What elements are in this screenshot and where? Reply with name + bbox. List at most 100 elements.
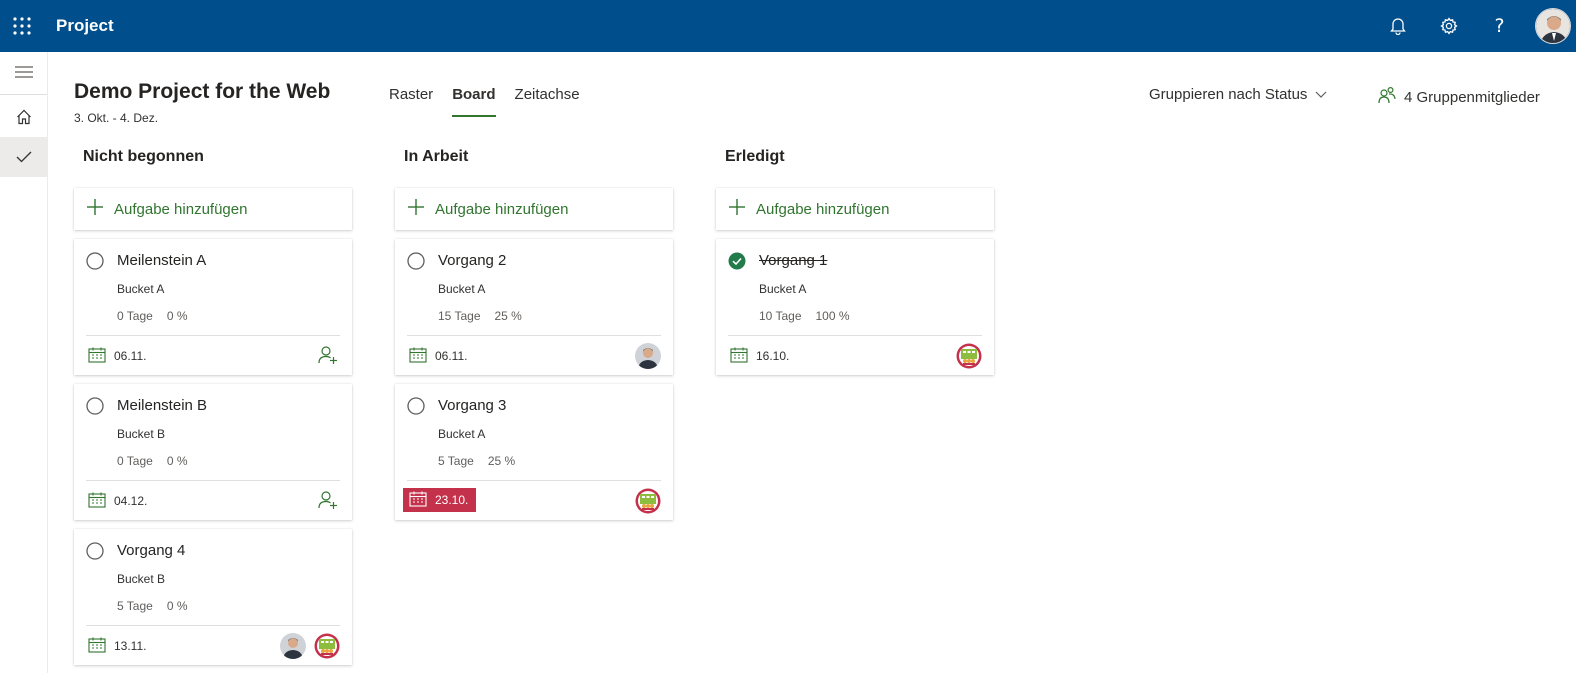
due-date[interactable]: 04.12. <box>88 491 147 511</box>
task-progress: 0 % <box>166 309 188 323</box>
card-divider <box>86 335 340 336</box>
calendar-icon <box>409 491 427 510</box>
card-divider <box>407 335 661 336</box>
tab-raster[interactable]: Raster <box>389 86 433 117</box>
tab-board[interactable]: Board <box>452 86 496 117</box>
person-avatar[interactable] <box>280 633 306 659</box>
complete-task-circle-icon[interactable] <box>86 397 104 415</box>
task-duration: 10 Tage <box>759 309 802 323</box>
task-progress: 0 % <box>166 599 188 613</box>
task-name: Meilenstein B <box>117 397 208 414</box>
board-column: Erledigt Aufgabe hinzufügen Vorgang 1 Bucke… <box>716 146 996 384</box>
completed-check-icon[interactable] <box>728 252 746 270</box>
group-avatar[interactable] <box>635 488 661 514</box>
group-avatar[interactable] <box>314 633 340 659</box>
calendar-icon <box>730 347 748 366</box>
user-avatar[interactable] <box>1535 8 1571 44</box>
add-task-button[interactable]: Aufgabe hinzufügen <box>716 188 994 230</box>
group-avatar[interactable] <box>956 343 982 369</box>
group-members-label: 4 Gruppenmitglieder <box>1404 88 1540 106</box>
plus-icon <box>728 198 746 220</box>
project-dates: 3. Okt. - 4. Dez. <box>74 111 159 125</box>
help-icon[interactable]: ? <box>1474 0 1525 52</box>
assign-person-icon[interactable] <box>316 343 340 367</box>
task-card[interactable]: Vorgang 1 Bucket A 10 Tage 100 % 16.10. <box>716 239 994 375</box>
task-card[interactable]: Vorgang 4 Bucket B 5 Tage 0 % 13.11. <box>74 529 352 665</box>
card-divider <box>407 480 661 481</box>
card-divider <box>86 625 340 626</box>
task-card[interactable]: Vorgang 2 Bucket A 15 Tage 25 % 06.11. <box>395 239 673 375</box>
add-task-label: Aufgabe hinzufügen <box>435 200 569 218</box>
task-bucket: Bucket A <box>438 282 486 296</box>
task-bucket: Bucket A <box>759 282 807 296</box>
task-duration: 0 Tage <box>117 454 153 468</box>
app-title[interactable]: Project <box>56 16 114 36</box>
due-date-label: 23.10. <box>435 493 469 507</box>
due-date[interactable]: 13.11. <box>88 636 146 656</box>
task-name: Vorgang 4 <box>117 542 186 559</box>
task-duration: 5 Tage <box>117 599 153 613</box>
task-meta: 5 Tage 25 % <box>438 454 515 468</box>
tab-zeitachse[interactable]: Zeitachse <box>515 86 580 117</box>
task-card[interactable]: Meilenstein A Bucket A 0 Tage 0 % 06.11. <box>74 239 352 375</box>
task-name: Vorgang 2 <box>438 252 507 269</box>
due-date[interactable]: 16.10. <box>730 346 789 366</box>
task-card[interactable]: Meilenstein B Bucket B 0 Tage 0 % 04.12. <box>74 384 352 520</box>
app-launcher-icon[interactable] <box>0 0 44 52</box>
task-name: Vorgang 3 <box>438 397 507 414</box>
complete-task-circle-icon[interactable] <box>86 252 104 270</box>
task-progress: 25 % <box>494 309 522 323</box>
home-icon[interactable] <box>0 97 47 137</box>
column-title: Nicht begonnen <box>83 148 204 165</box>
complete-task-circle-icon[interactable] <box>407 397 425 415</box>
group-by-label: Gruppieren nach Status <box>1149 86 1308 103</box>
task-card[interactable]: Vorgang 3 Bucket A 5 Tage 25 % 23.10. <box>395 384 673 520</box>
due-date[interactable]: 06.11. <box>88 346 146 366</box>
plus-icon <box>86 198 104 220</box>
task-meta: 5 Tage 0 % <box>117 599 188 613</box>
assignees <box>272 633 340 659</box>
task-meta: 0 Tage 0 % <box>117 309 188 323</box>
my-tasks-check-icon[interactable] <box>0 137 47 177</box>
calendar-icon <box>409 347 427 366</box>
due-date-label: 04.12. <box>114 494 148 508</box>
gear-icon[interactable] <box>1423 0 1474 52</box>
group-by-dropdown[interactable]: Gruppieren nach Status <box>1149 86 1327 103</box>
task-bucket: Bucket A <box>117 282 165 296</box>
add-task-button[interactable]: Aufgabe hinzufügen <box>74 188 352 230</box>
calendar-icon <box>88 492 106 511</box>
assignees <box>948 343 982 369</box>
complete-task-circle-icon[interactable] <box>407 252 425 270</box>
task-duration: 0 Tage <box>117 309 153 323</box>
task-progress: 25 % <box>487 454 516 468</box>
task-progress: 100 % <box>815 309 850 323</box>
card-divider <box>86 480 340 481</box>
due-date-overdue[interactable]: 23.10. <box>403 488 477 512</box>
left-rail <box>0 52 48 673</box>
assignees <box>316 488 340 512</box>
due-date-label: 16.10. <box>756 349 790 363</box>
card-divider <box>728 335 982 336</box>
add-task-button[interactable]: Aufgabe hinzufügen <box>395 188 673 230</box>
board-column: In Arbeit Aufgabe hinzufügen Vorgang 2 Buck… <box>395 146 675 529</box>
bell-icon[interactable] <box>1372 0 1423 52</box>
view-tabs: Raster Board Zeitachse <box>389 86 599 117</box>
hamburger-menu-icon[interactable] <box>0 52 47 92</box>
group-members-button[interactable]: 4 Gruppenmitglieder <box>1378 86 1540 108</box>
task-bucket: Bucket A <box>438 427 486 441</box>
complete-task-circle-icon[interactable] <box>86 542 104 560</box>
due-date[interactable]: 06.11. <box>409 346 467 366</box>
task-bucket: Bucket B <box>117 572 166 586</box>
task-name: Meilenstein A <box>117 252 207 269</box>
task-name: Vorgang 1 <box>759 252 828 269</box>
assignees <box>627 343 661 369</box>
task-meta: 0 Tage 0 % <box>117 454 188 468</box>
person-avatar[interactable] <box>635 343 661 369</box>
project-title: Demo Project for the Web <box>74 80 331 103</box>
assignees <box>627 488 661 514</box>
top-bar: Project ? <box>0 0 1576 52</box>
assign-person-icon[interactable] <box>316 488 340 512</box>
plus-icon <box>407 198 425 220</box>
column-title: In Arbeit <box>404 148 469 165</box>
add-task-label: Aufgabe hinzufügen <box>756 200 890 218</box>
